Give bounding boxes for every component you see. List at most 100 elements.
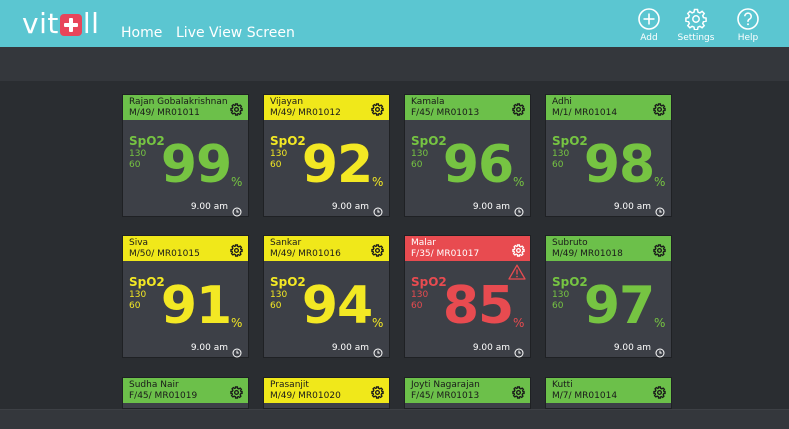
patient-card[interactable]: Kutti M/7/ MR01014	[546, 378, 671, 408]
help-icon	[737, 8, 759, 30]
reading-time: 9.00 am	[472, 202, 510, 212]
card-settings-gear-icon[interactable]	[512, 242, 525, 257]
card-settings-gear-icon[interactable]	[371, 384, 384, 399]
bottom-bar	[0, 409, 789, 429]
vital-lower-limit: 60	[552, 301, 564, 311]
spo2-value: 94	[301, 276, 373, 336]
spo2-unit: %	[513, 316, 525, 330]
clock-icon	[232, 343, 242, 358]
spo2-unit: %	[231, 316, 243, 330]
spo2-unit: %	[231, 175, 243, 189]
patient-info: M/49/ MR01016	[270, 249, 341, 259]
spo2-value: 96	[442, 135, 514, 195]
patient-name: Joyti Nagarajan	[411, 380, 480, 390]
settings-button[interactable]: Settings	[666, 8, 726, 44]
spo2-unit: %	[654, 316, 666, 330]
patient-info: M/7/ MR01014	[552, 391, 618, 401]
patient-vitals: SpO2 130 60 92% 9.00 am	[264, 120, 389, 217]
card-settings-gear-icon[interactable]	[230, 384, 243, 399]
spo2-unit: %	[654, 175, 666, 189]
clock-icon	[232, 202, 242, 217]
reading-time: 9.00 am	[613, 202, 651, 212]
spo2-value: 98	[583, 135, 655, 195]
spo2-unit: %	[513, 175, 525, 189]
card-settings-gear-icon[interactable]	[653, 384, 666, 399]
patient-name: Adhi	[552, 97, 572, 107]
warning-icon	[508, 264, 526, 280]
patient-name: Kutti	[552, 380, 573, 390]
patient-card[interactable]: Vijayan M/49/ MR01012 SpO2 130 60 92% 9.00 am	[264, 95, 389, 217]
reading-time: 9.00 am	[331, 202, 369, 212]
reading-time: 9.00 am	[472, 343, 510, 353]
patient-card[interactable]: Prasanjit M/49/ MR01020	[264, 378, 389, 408]
patient-name: Subruto	[552, 238, 588, 248]
reading-time: 9.00 am	[190, 202, 228, 212]
patient-card-header: Sankar M/49/ MR01016	[264, 236, 389, 261]
vital-lower-limit: 60	[270, 301, 282, 311]
card-settings-gear-icon[interactable]	[371, 101, 384, 116]
patient-info: F/45/ MR01013	[411, 391, 480, 401]
patient-info: M/49/ MR01020	[270, 391, 341, 401]
spo2-value: 99	[160, 135, 232, 195]
card-settings-gear-icon[interactable]	[653, 242, 666, 257]
logo-text-suffix: ll	[82, 7, 100, 40]
app-logo[interactable]: vit ll	[22, 9, 99, 39]
logo-text-prefix: vit	[22, 7, 59, 40]
spo2-value: 85	[442, 276, 514, 336]
spo2-unit: %	[372, 175, 384, 189]
top-bar: vit ll Home Live View Screen Add Settings…	[0, 0, 789, 47]
patient-card-header: Joyti Nagarajan F/45/ MR01013	[405, 378, 530, 403]
card-settings-gear-icon[interactable]	[512, 101, 525, 116]
patient-vitals: SpO2 130 60 94% 9.00 am	[264, 261, 389, 358]
patient-vitals: SpO2 130 60 99% 9.00 am	[123, 120, 248, 217]
vital-lower-limit: 60	[270, 160, 282, 170]
patient-vitals: SpO2 130 60 91% 9.00 am	[123, 261, 248, 358]
patient-name: Malar	[411, 238, 436, 248]
vital-upper-limit: 130	[552, 290, 570, 300]
patient-card-header: Kamala F/45/ MR01013	[405, 95, 530, 120]
card-settings-gear-icon[interactable]	[230, 242, 243, 257]
patient-info: M/50/ MR01015	[129, 249, 200, 259]
add-icon	[638, 8, 660, 30]
patient-info: F/45/ MR01013	[411, 108, 480, 118]
patient-info: M/49/ MR01018	[552, 249, 623, 259]
help-button[interactable]: Help	[718, 8, 778, 44]
patient-card[interactable]: Rajan Gobalakrishnan M/49/ MR01011 SpO2 130…	[123, 95, 248, 217]
spo2-unit: %	[372, 316, 384, 330]
settings-gear-icon	[685, 8, 707, 30]
spo2-value: 97	[583, 276, 655, 336]
reading-time: 9.00 am	[190, 343, 228, 353]
vital-upper-limit: 130	[552, 149, 570, 159]
patient-card-header: Prasanjit M/49/ MR01020	[264, 378, 389, 403]
patient-card-header: Rajan Gobalakrishnan M/49/ MR01011	[123, 95, 248, 120]
patient-card[interactable]: Joyti Nagarajan F/45/ MR01013	[405, 378, 530, 408]
vital-lower-limit: 60	[129, 160, 141, 170]
patient-card[interactable]: Malar F/35/ MR01017 SpO2 130 60 85% 9.00 am	[405, 236, 530, 358]
nav-home[interactable]: Home	[121, 24, 162, 42]
clock-icon	[655, 202, 665, 217]
clock-icon	[373, 202, 383, 217]
patient-card-header: Sudha Nair F/45/ MR01019	[123, 378, 248, 403]
patient-card[interactable]: Subruto M/49/ MR01018 SpO2 130 60 97% 9.00 am	[546, 236, 671, 358]
patient-card[interactable]: Kamala F/45/ MR01013 SpO2 130 60 96% 9.00 am	[405, 95, 530, 217]
patient-vitals: SpO2 130 60 85% 9.00 am	[405, 261, 530, 358]
patient-info: F/45/ MR01019	[129, 391, 198, 401]
patient-info: M/1/ MR01014	[552, 108, 618, 118]
card-settings-gear-icon[interactable]	[371, 242, 384, 257]
patient-card[interactable]: Adhi M/1/ MR01014 SpO2 130 60 98% 9.00 am	[546, 95, 671, 217]
vital-lower-limit: 60	[129, 301, 141, 311]
patient-name: Sudha Nair	[129, 380, 179, 390]
card-settings-gear-icon[interactable]	[512, 384, 525, 399]
patient-name: Prasanjit	[270, 380, 309, 390]
vital-upper-limit: 130	[270, 290, 288, 300]
patient-info: M/49/ MR01011	[129, 108, 200, 118]
patient-card[interactable]: Siva M/50/ MR01015 SpO2 130 60 91% 9.00 am	[123, 236, 248, 358]
clock-icon	[655, 343, 665, 358]
card-settings-gear-icon[interactable]	[653, 101, 666, 116]
card-settings-gear-icon[interactable]	[230, 101, 243, 116]
settings-label: Settings	[677, 33, 715, 43]
patient-card[interactable]: Sankar M/49/ MR01016 SpO2 130 60 94% 9.00 am	[264, 236, 389, 358]
patient-card[interactable]: Sudha Nair F/45/ MR01019	[123, 378, 248, 408]
nav-live-view-screen[interactable]: Live View Screen	[176, 24, 295, 42]
spo2-value: 92	[301, 135, 373, 195]
